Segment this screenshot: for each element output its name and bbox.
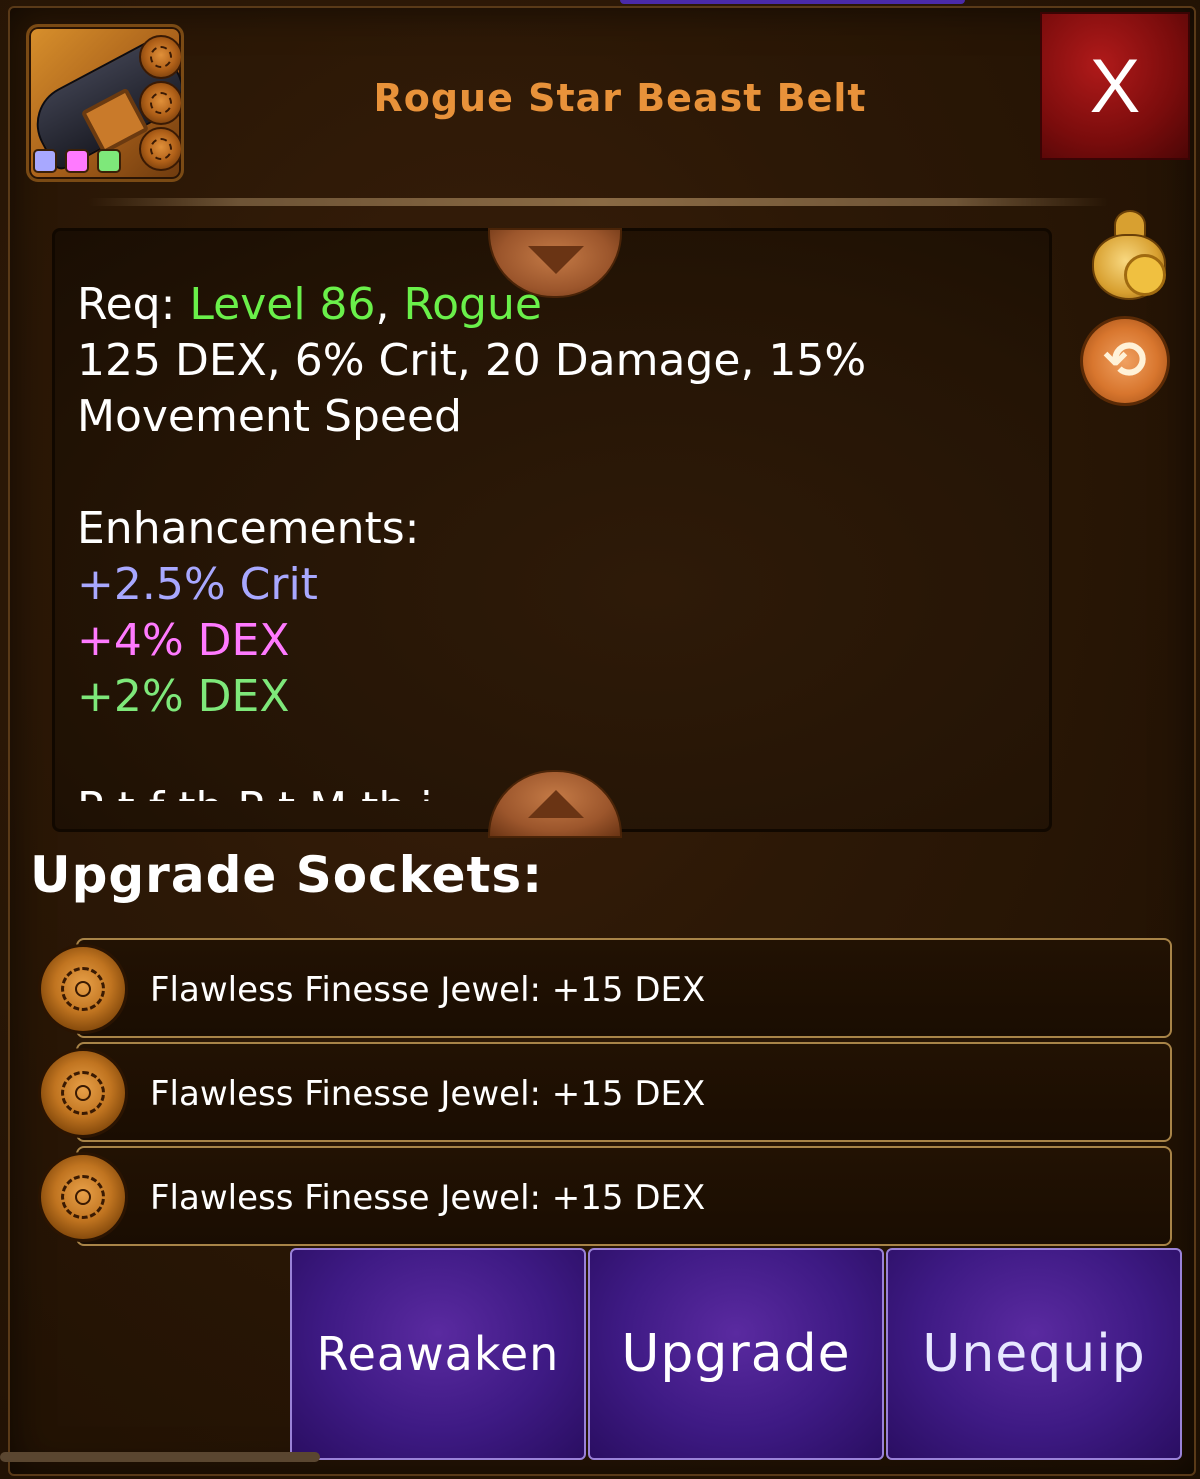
gem-green-icon [97,149,121,173]
req-separator: , [375,279,404,330]
enhancements-heading: Enhancements: [77,503,420,554]
stats-line: Movement Speed [77,391,462,442]
description-text: Req: Level 86, Rogue 125 DEX, 6% Crit, 2… [77,277,877,725]
swap-arrows-icon: ⟲ [1080,316,1170,406]
description-panel[interactable]: Req: Level 86, Rogue 125 DEX, 6% Crit, 2… [52,228,1052,832]
reawaken-button[interactable]: Reawaken [290,1248,586,1460]
socket-row[interactable]: Flawless Finesse Jewel: +15 DEX [76,1146,1172,1246]
jewel-icon[interactable] [38,1048,128,1138]
stats-line: 125 DEX, 6% Crit, 20 Damage, 15% [77,335,867,386]
gem-pink-icon [65,149,89,173]
swap-button[interactable]: ⟲ [1080,316,1170,406]
horizontal-scrollbar[interactable] [0,1452,320,1462]
upgrade-button[interactable]: Upgrade [588,1248,884,1460]
requirement-line: Req: Level 86, Rogue [77,277,877,333]
item-title: Rogue Star Beast Belt [373,76,867,120]
enhancement-item: +4% DEX [77,615,290,666]
sockets-heading: Upgrade Sockets: [30,846,544,904]
gem-lavender-icon [33,149,57,173]
chevron-down-icon [528,246,584,274]
socket-mini-icon [139,127,181,171]
socket-mini-icon [139,81,181,125]
chevron-up-icon [528,790,584,818]
clipped-text: P t f th P t M th i [77,781,432,801]
unequip-button[interactable]: Unequip [886,1248,1182,1460]
top-accent-bar [620,0,965,4]
req-level: Level 86 [189,279,376,330]
belt-item-icon [26,24,184,182]
header-divider [88,198,1108,206]
jewel-icon[interactable] [38,944,128,1034]
req-label: Req: [77,279,190,330]
socket-label: Flawless Finesse Jewel: +15 DEX [150,970,706,1010]
enhancement-item: +2% DEX [77,671,290,722]
sell-button[interactable] [1088,206,1178,300]
socket-row[interactable]: Flawless Finesse Jewel: +15 DEX [76,1042,1172,1142]
socket-label: Flawless Finesse Jewel: +15 DEX [150,1074,706,1114]
socket-label: Flawless Finesse Jewel: +15 DEX [150,1178,706,1218]
jewel-icon[interactable] [38,1152,128,1242]
socket-row[interactable]: Flawless Finesse Jewel: +15 DEX [76,938,1172,1038]
socket-mini-icon [139,35,181,79]
enhancement-item: +2.5% Crit [77,559,318,610]
coin-icon [1124,254,1166,296]
close-button[interactable]: X [1040,12,1190,160]
